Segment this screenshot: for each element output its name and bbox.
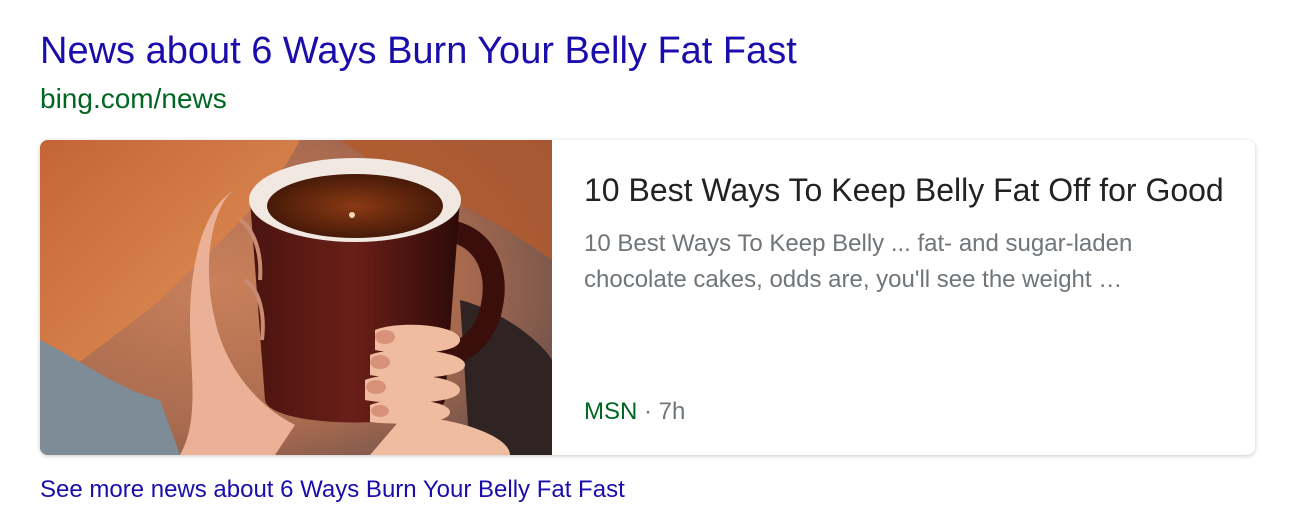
result-title-link[interactable]: News about 6 Ways Burn Your Belly Fat Fa… bbox=[40, 28, 797, 74]
news-snippet: 10 Best Ways To Keep Belly ... fat- and … bbox=[584, 230, 1133, 293]
news-age: 7h bbox=[658, 398, 686, 425]
hands-holding-mug-icon bbox=[40, 140, 552, 455]
news-card-body: 10 Best Ways To Keep Belly Fat Off for G… bbox=[584, 166, 1224, 298]
news-thumbnail[interactable] bbox=[40, 140, 552, 455]
see-more-news-link[interactable]: See more news about 6 Ways Burn Your Bel… bbox=[40, 474, 625, 506]
news-meta: MSN · 7h bbox=[584, 396, 685, 428]
result-url: bing.com/news bbox=[40, 83, 227, 114]
news-headline[interactable]: 10 Best Ways To Keep Belly Fat Off for G… bbox=[584, 166, 1224, 214]
news-source: MSN bbox=[584, 398, 638, 425]
news-card[interactable]: 10 Best Ways To Keep Belly Fat Off for G… bbox=[40, 140, 1255, 455]
meta-separator: · bbox=[637, 398, 659, 425]
